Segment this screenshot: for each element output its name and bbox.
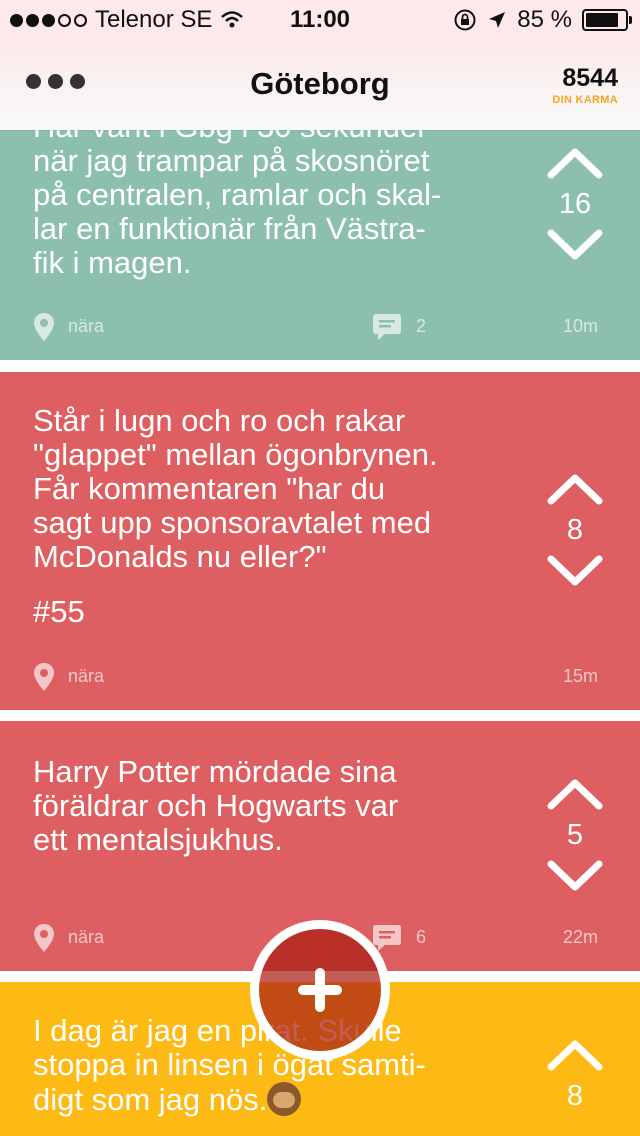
location-arrow-icon bbox=[489, 12, 506, 28]
rotation-lock-icon bbox=[454, 9, 476, 31]
vote-count: 8 bbox=[566, 514, 584, 546]
karma-label: DIN KARMA bbox=[552, 94, 618, 106]
post-card[interactable]: Står i lugn och ro och rakar "glappet" m… bbox=[0, 372, 640, 710]
page-title: Göteborg bbox=[250, 66, 390, 101]
comment-count: 2 bbox=[416, 316, 427, 336]
downvote-chevron-icon[interactable] bbox=[546, 554, 604, 588]
battery-icon bbox=[582, 9, 632, 31]
comment-count: 6 bbox=[416, 927, 427, 947]
see-no-evil-monkey-icon bbox=[267, 1082, 302, 1116]
add-post-button[interactable] bbox=[250, 920, 390, 1060]
post-location: nära bbox=[68, 666, 105, 686]
post-card[interactable]: Har varit i Gbg i 30 sekunder när jag tr… bbox=[0, 100, 640, 360]
post-time: 15m bbox=[562, 666, 598, 686]
post-location: nära bbox=[68, 927, 105, 947]
downvote-chevron-icon[interactable] bbox=[546, 228, 604, 262]
battery-percent: 85 % bbox=[517, 6, 572, 33]
post-text: Harry Potter mördade sina föräldrar och … bbox=[33, 754, 399, 857]
vote-control: 8 bbox=[546, 1038, 604, 1120]
status-bar: Telenor SE 11:00 85 % bbox=[0, 0, 640, 40]
upvote-chevron-icon[interactable] bbox=[546, 146, 604, 180]
post-text: Står i lugn och ro och rakar "glappet" m… bbox=[33, 403, 438, 574]
downvote-chevron-icon[interactable] bbox=[546, 859, 604, 893]
location-pin-icon bbox=[34, 313, 54, 341]
post-location: nära bbox=[68, 316, 105, 336]
karma-display[interactable]: 8544 DIN KARMA bbox=[552, 64, 618, 106]
plus-icon bbox=[298, 968, 342, 1012]
vote-count: 16 bbox=[558, 188, 592, 220]
upvote-chevron-icon[interactable] bbox=[546, 472, 604, 506]
vote-control: 16 bbox=[546, 146, 604, 262]
post-hashtag[interactable]: #55 bbox=[33, 594, 85, 630]
vote-control: 5 bbox=[546, 777, 604, 893]
karma-value: 8544 bbox=[562, 64, 618, 92]
upvote-chevron-icon[interactable] bbox=[546, 777, 604, 811]
post-meta: nära 2 10m bbox=[0, 312, 640, 342]
post-time: 10m bbox=[562, 316, 598, 336]
vote-control: 8 bbox=[546, 472, 604, 588]
vote-count: 8 bbox=[566, 1080, 584, 1112]
upvote-chevron-icon[interactable] bbox=[546, 1038, 604, 1072]
post-time: 22m bbox=[562, 927, 598, 947]
vote-count: 5 bbox=[566, 819, 584, 851]
location-pin-icon bbox=[34, 663, 54, 691]
post-meta: nära 15m bbox=[0, 662, 640, 692]
battery-level-fill bbox=[586, 13, 619, 27]
post-text: Har varit i Gbg i 30 sekunder när jag tr… bbox=[33, 110, 442, 280]
nav-bar: Göteborg 8544 DIN KARMA bbox=[0, 40, 640, 130]
comment-bubble-icon[interactable] bbox=[372, 312, 402, 342]
location-pin-icon bbox=[34, 924, 54, 952]
